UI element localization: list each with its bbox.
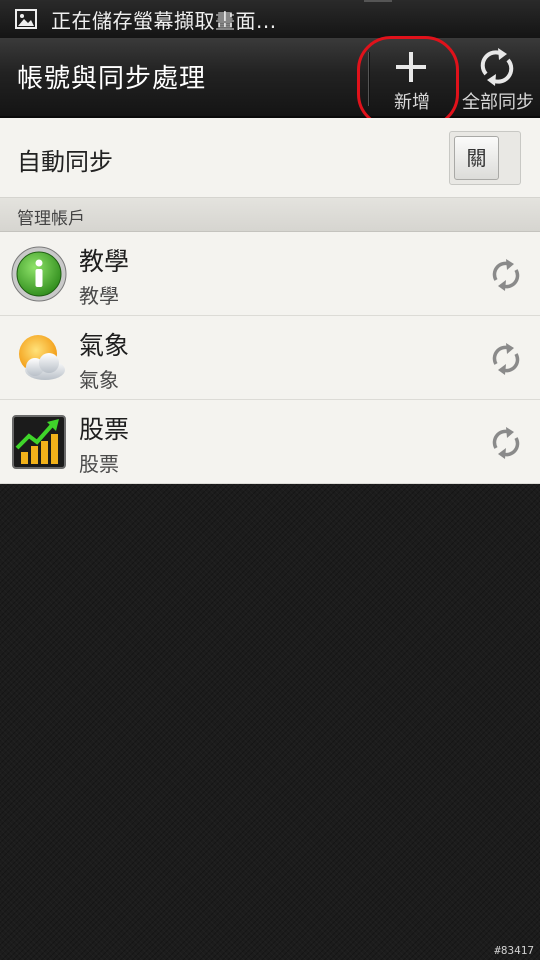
account-type: 股票 — [79, 452, 119, 476]
account-sync-icon[interactable] — [489, 426, 523, 460]
manage-accounts-header: 管理帳戶 — [0, 198, 540, 232]
status-message: 正在儲存螢幕擷取畫面... — [51, 8, 277, 33]
toggle-state: 關 — [454, 136, 499, 180]
action-bar: 帳號與同步處理 新增 全部同步 — [0, 38, 540, 118]
accounts-panel: 自動同步 關 管理帳戶 教學 教學 氣象 氣象 股票 股票 — [0, 118, 540, 484]
sync-icon — [480, 48, 514, 86]
page-title: 帳號與同步處理 — [17, 64, 207, 94]
add-label: 新增 — [394, 92, 430, 113]
stocks-icon — [11, 414, 67, 470]
plus-icon — [396, 52, 426, 82]
weather-icon — [11, 330, 67, 386]
add-account-button[interactable]: 新增 — [372, 38, 452, 118]
watermark: #83417 — [494, 944, 534, 957]
auto-sync-label: 自動同步 — [17, 148, 113, 176]
sync-all-button[interactable]: 全部同步 — [456, 38, 540, 118]
account-row-stocks[interactable]: 股票 股票 — [0, 400, 540, 484]
status-notch — [364, 0, 392, 2]
account-row-weather[interactable]: 氣象 氣象 — [0, 316, 540, 400]
account-name: 股票 — [79, 415, 130, 444]
image-icon — [15, 9, 37, 29]
auto-sync-row[interactable]: 自動同步 關 — [0, 118, 540, 198]
sync-all-label: 全部同步 — [462, 92, 534, 113]
section-title: 管理帳戶 — [17, 209, 85, 229]
status-bar: 正在儲存螢幕擷取畫面... — [0, 0, 540, 38]
account-name: 教學 — [79, 247, 130, 276]
info-icon — [11, 246, 67, 302]
account-sync-icon[interactable] — [489, 258, 523, 292]
account-type: 教學 — [79, 284, 119, 308]
action-divider — [368, 52, 369, 106]
account-row-teaching[interactable]: 教學 教學 — [0, 232, 540, 316]
account-type: 氣象 — [79, 368, 119, 392]
account-sync-icon[interactable] — [489, 342, 523, 376]
auto-sync-toggle[interactable]: 關 — [449, 131, 521, 185]
account-name: 氣象 — [79, 331, 130, 360]
